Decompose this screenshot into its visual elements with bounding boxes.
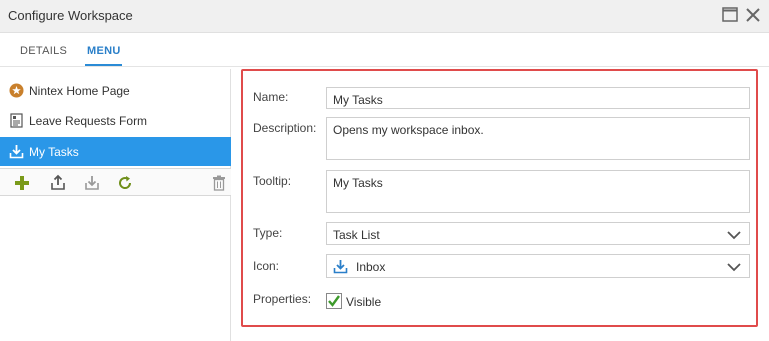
- tab-bar: DETAILS MENU: [0, 33, 769, 67]
- icon-select[interactable]: Inbox: [326, 254, 750, 278]
- menu-item-properties-panel: Name: My Tasks Description: Opens my wor…: [241, 69, 758, 327]
- description-value: Opens my workspace inbox.: [333, 123, 484, 137]
- tooltip-label: Tooltip:: [253, 174, 292, 188]
- close-icon[interactable]: [743, 5, 763, 25]
- sidebar-item-leave-requests-form[interactable]: Leave Requests Form: [0, 106, 231, 135]
- inbox-download-icon: [333, 259, 348, 274]
- tooltip-field[interactable]: My Tasks: [326, 170, 750, 213]
- tooltip-value: My Tasks: [333, 176, 383, 190]
- name-value: My Tasks: [333, 93, 383, 107]
- icon-value: Inbox: [356, 260, 386, 274]
- form-icon: [9, 113, 24, 128]
- visible-label: Visible: [346, 295, 382, 309]
- active-tab-indicator: [85, 64, 122, 66]
- window-title: Configure Workspace: [8, 8, 133, 23]
- tab-menu[interactable]: MENU: [87, 45, 121, 57]
- delete-icon[interactable]: [210, 174, 228, 192]
- type-select[interactable]: Task List: [326, 222, 750, 245]
- menu-sidebar: Nintex Home Page Leave Requests Form My …: [0, 69, 231, 341]
- sidebar-item-label: Leave Requests Form: [29, 114, 148, 128]
- sidebar-item-my-tasks[interactable]: My Tasks: [0, 137, 231, 166]
- tab-details[interactable]: DETAILS: [20, 45, 67, 57]
- icon-label: Icon:: [253, 259, 280, 273]
- type-value: Task List: [333, 228, 380, 242]
- add-icon[interactable]: [13, 174, 31, 192]
- name-field[interactable]: My Tasks: [326, 87, 750, 109]
- chevron-down-icon: [727, 261, 741, 272]
- properties-label: Properties:: [253, 292, 312, 306]
- sidebar-item-label: Nintex Home Page: [29, 84, 130, 98]
- move-up-icon[interactable]: [49, 174, 67, 192]
- menu-toolbar: [0, 168, 231, 196]
- type-label: Type:: [253, 226, 283, 240]
- chevron-down-icon: [727, 229, 741, 240]
- description-label: Description:: [253, 121, 317, 135]
- checkmark-icon: [327, 295, 341, 311]
- sidebar-item-label: My Tasks: [29, 145, 79, 159]
- star-badge-icon: [9, 83, 24, 98]
- inbox-download-icon: [9, 144, 24, 159]
- sidebar-item-nintex-home-page[interactable]: Nintex Home Page: [0, 76, 231, 105]
- name-label: Name:: [253, 90, 289, 104]
- refresh-icon[interactable]: [116, 174, 134, 192]
- description-field[interactable]: Opens my workspace inbox.: [326, 117, 750, 160]
- title-bar: Configure Workspace: [0, 0, 769, 33]
- visible-checkbox[interactable]: [326, 293, 342, 309]
- maximize-icon[interactable]: [720, 5, 740, 25]
- move-down-icon[interactable]: [83, 174, 101, 192]
